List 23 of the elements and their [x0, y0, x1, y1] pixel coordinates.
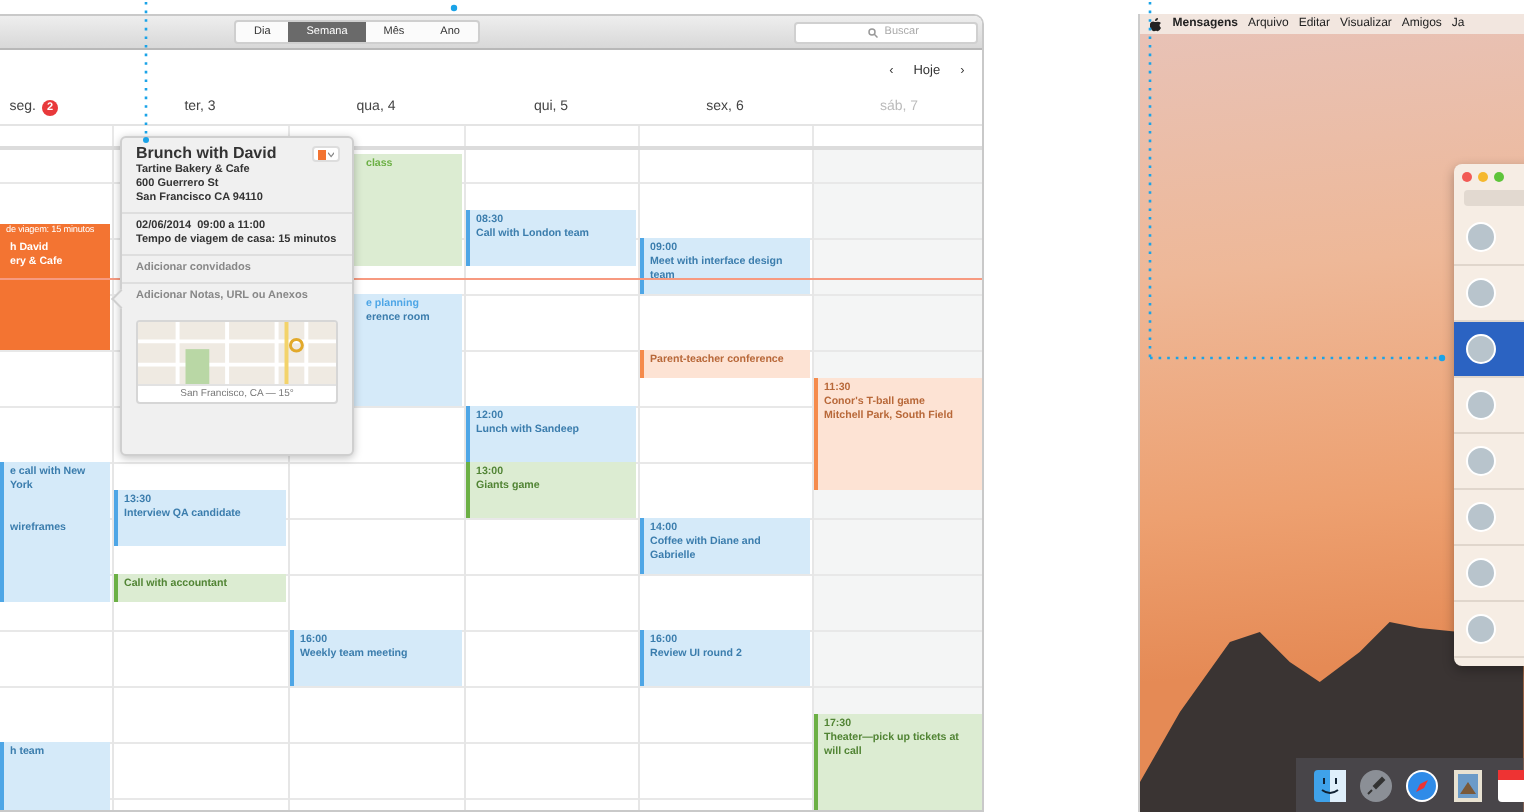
minimize-icon[interactable] — [1478, 172, 1489, 182]
calendar-icon[interactable] — [1496, 767, 1524, 803]
leader-line — [143, 2, 149, 143]
avatar — [1466, 502, 1497, 532]
photo-icon[interactable] — [1450, 767, 1487, 803]
avatar — [1466, 390, 1497, 420]
close-icon[interactable] — [1462, 172, 1473, 182]
avatar — [1466, 446, 1497, 476]
color-menu-button[interactable] — [312, 146, 340, 162]
chevron-down-icon — [327, 151, 334, 157]
avatar — [1466, 334, 1497, 364]
smiling-face-icon[interactable] — [1312, 767, 1349, 803]
zoom-icon[interactable] — [1494, 172, 1505, 182]
avatar — [1466, 222, 1497, 252]
apple-icon[interactable] — [1150, 17, 1163, 31]
conversation-item[interactable] — [1454, 322, 1524, 378]
compass-icon[interactable] — [1404, 767, 1441, 803]
event-title: Brunch with David — [136, 144, 277, 164]
avatar — [1466, 614, 1497, 644]
search-icon — [868, 27, 879, 37]
avatar — [1466, 278, 1497, 308]
avatar — [1466, 558, 1497, 588]
leader-dot — [450, 4, 458, 12]
